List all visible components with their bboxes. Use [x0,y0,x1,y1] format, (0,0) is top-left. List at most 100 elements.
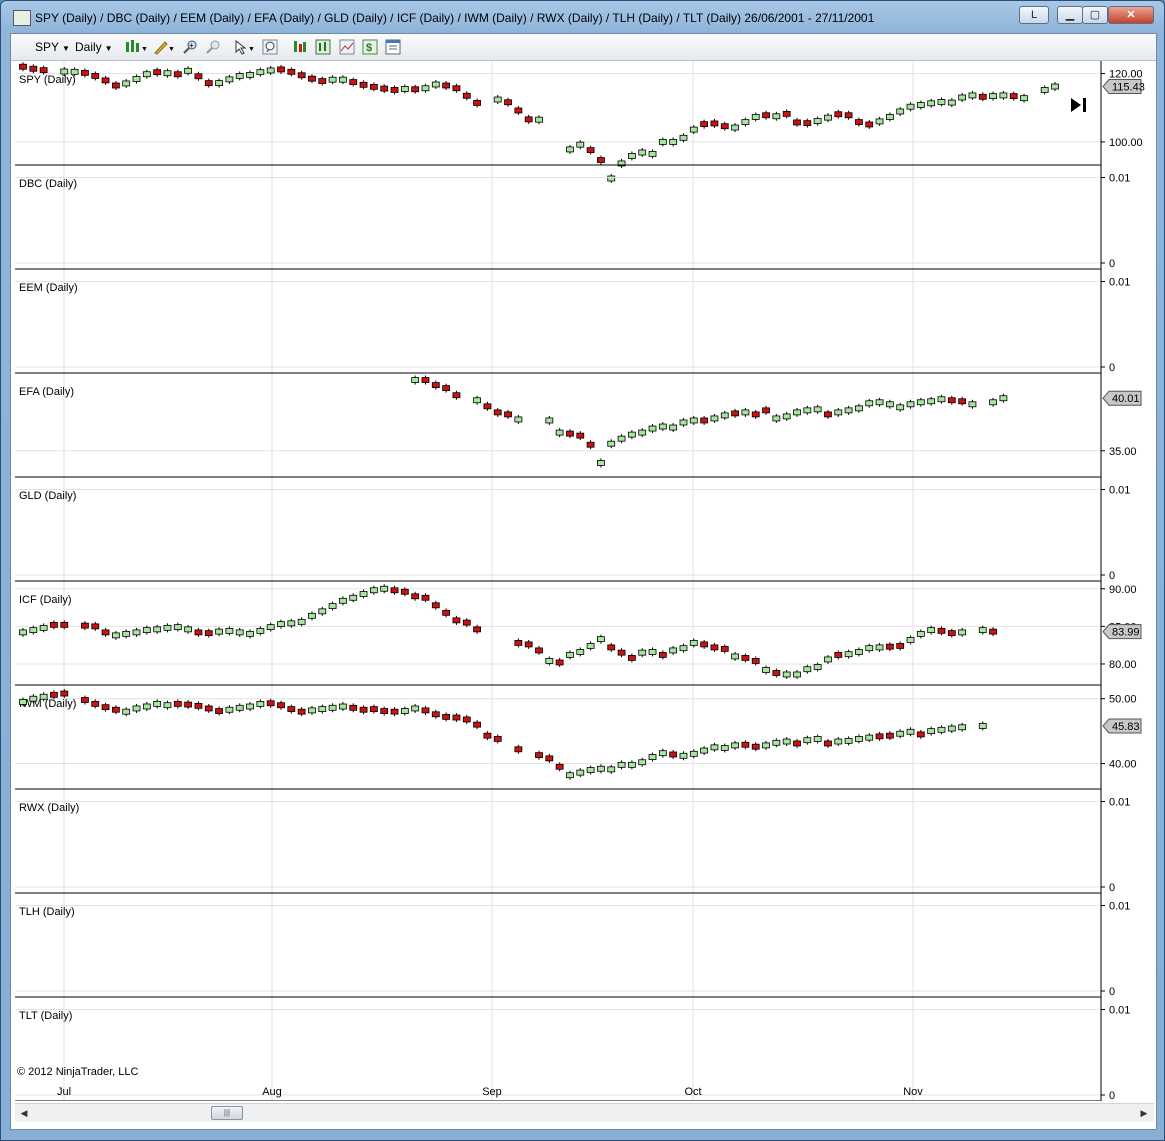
cursor-icon[interactable]: ▼ [233,39,255,55]
candle-up [318,706,327,712]
candle-up [308,707,316,714]
candle-up [865,400,874,407]
panel-title: GLD (Daily) [19,490,76,502]
candle-down [50,691,58,698]
axis-tick-label: 90.00 [1109,584,1137,596]
candle-up [896,730,905,737]
candle-up [700,747,709,754]
candle-up [431,81,440,88]
candle-up [638,759,647,766]
close-button[interactable]: ✕ [1108,6,1154,24]
candle-up [617,761,626,768]
candle-up [772,113,781,120]
candle-up [617,435,626,442]
maximize-button[interactable]: ▢ [1082,6,1108,24]
candle-down [287,706,296,712]
candle-down [731,410,739,417]
candle-down [452,85,461,92]
last-price-label: 40.01 [1112,393,1140,405]
axis-tick-label: 0.01 [1109,1005,1130,1017]
x-axis-month-label: Aug [262,1086,282,1098]
candle-down [762,407,770,414]
candle-up [597,460,605,466]
candle-up [339,76,347,83]
link-button[interactable]: L [1019,6,1049,24]
candle-up [927,728,936,735]
bar-type-icon[interactable]: ▼ [125,39,148,55]
candle-down [101,77,110,84]
candle-up [782,413,791,420]
candle-up [297,618,306,625]
candle-down [958,398,967,405]
candle-down [215,708,223,714]
market-analyzer-icon[interactable]: $ [362,39,378,55]
candle-up [607,766,616,773]
candle-up [555,429,564,436]
properties-icon[interactable] [385,39,401,55]
candle-up [132,705,141,712]
candle-down [772,670,781,676]
zoom-out-icon[interactable] [205,39,221,55]
candle-down [555,763,564,770]
candle-down [194,629,203,636]
candle-up [731,742,739,749]
candle-down [19,63,27,70]
drawing-tool-icon[interactable]: ▼ [153,39,175,55]
candle-up [215,80,223,87]
candle-up [958,724,967,731]
candle-up [256,627,265,634]
candle-down [442,82,451,89]
axis-tick-label: 0 [1109,986,1115,998]
strategies-icon[interactable] [339,39,355,55]
candle-down [111,82,120,89]
candle-down [452,392,461,399]
chart-area[interactable]: 120.00 100.00 SPY (Daily) 115.43 0.01 0 DBC (D… [15,61,1154,1102]
panel-title: DBC (Daily) [19,178,77,190]
candle-down [700,417,709,424]
scroll-thumb[interactable]: ||| [211,1106,243,1120]
candle-up [627,153,636,159]
indicators-icon[interactable] [315,39,331,55]
panel-title: TLT (Daily) [19,1010,72,1022]
candle-down [834,652,843,658]
candle-up [566,652,574,658]
candle-down [473,100,481,106]
zoom-in-icon[interactable]: + [182,39,198,55]
axis-tick-label: 80.00 [1109,659,1137,671]
candle-up [163,70,172,77]
scroll-left-icon[interactable]: ◀ [17,1106,31,1120]
candle-up [597,765,605,772]
candle-up [762,667,770,673]
candle-down [483,403,492,410]
axis-tick-label: 0.01 [1109,901,1130,913]
axis-tick-label: 50.00 [1109,694,1137,706]
candle-up [731,124,739,131]
candle-up [627,431,636,438]
panel-title: SPY (Daily) [19,74,76,86]
candle-up [122,708,131,715]
candle-up [586,767,595,773]
candle-down [514,107,523,114]
scroll-right-icon[interactable]: ▶ [1137,1106,1151,1120]
minimize-button[interactable]: ▁ [1057,6,1083,24]
axis-tick-label: 0 [1109,882,1115,894]
horizontal-scrollbar[interactable]: ◀ ||| ▶ [15,1103,1154,1122]
instrument-selector[interactable]: SPY ▼ [35,39,70,55]
interval-label: Daily [75,40,102,54]
candle-down [607,644,616,651]
candle-up [658,750,667,757]
candle-up [741,409,750,416]
interval-selector[interactable]: Daily ▼ [75,39,113,55]
axis-tick-label: 0 [1109,1090,1115,1101]
candle-down [586,441,595,448]
scroll-to-end-bar[interactable] [1083,98,1086,112]
candle-up [999,92,1008,99]
search-icon[interactable] [262,39,278,55]
candle-down [834,111,843,118]
candle-up [679,134,688,141]
axis-tick-label: 0.01 [1109,485,1130,497]
candle-down [442,609,451,616]
title-bar[interactable]: SPY (Daily) / DBC (Daily) / EEM (Daily) … [1,1,1164,33]
data-series-icon[interactable] [292,39,308,55]
candle-down [462,619,471,626]
